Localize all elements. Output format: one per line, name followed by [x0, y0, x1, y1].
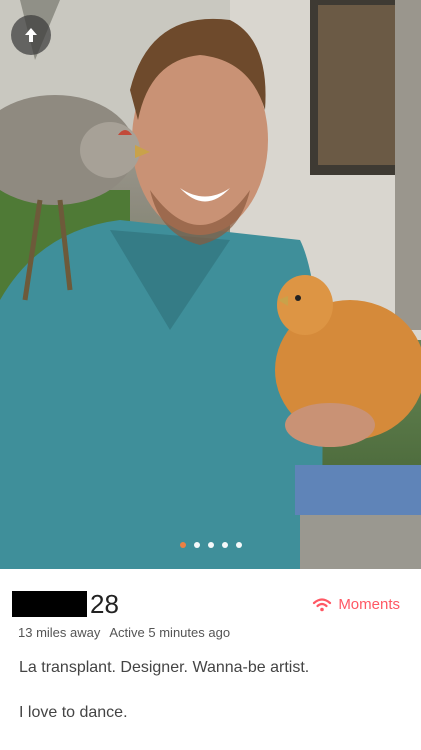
profile-meta: 13 miles away Active 5 minutes ago: [18, 625, 230, 640]
profile-age: 28: [90, 589, 119, 619]
pagination-dot[interactable]: [207, 542, 214, 548]
moments-label: Moments: [338, 596, 400, 613]
pagination-dot[interactable]: [193, 542, 200, 548]
photo-pagination: [0, 542, 421, 548]
pagination-dot-active[interactable]: [179, 542, 186, 548]
distance-text: 13 miles away: [18, 625, 101, 640]
photo-illustration: [0, 0, 421, 569]
wifi-signal-icon: [313, 597, 332, 611]
back-button[interactable]: [11, 15, 51, 55]
name-age-row: 28: [12, 591, 119, 617]
pagination-dot[interactable]: [221, 542, 228, 548]
pagination-dot[interactable]: [235, 542, 242, 548]
redacted-name: [12, 591, 87, 617]
profile-photo[interactable]: [0, 0, 421, 569]
profile-info: 28 Moments 13 miles away Active 5 minutes…: [0, 569, 421, 750]
moments-button[interactable]: Moments: [312, 596, 400, 613]
bio-line-2: I love to dance.: [19, 704, 128, 721]
profile-screen: 28 Moments 13 miles away Active 5 minutes…: [0, 0, 421, 750]
arrow-up-icon: [25, 28, 37, 42]
active-status: Active 5 minutes ago: [109, 625, 231, 640]
bio-line-1: La transplant. Designer. Wanna-be artist…: [19, 659, 310, 676]
